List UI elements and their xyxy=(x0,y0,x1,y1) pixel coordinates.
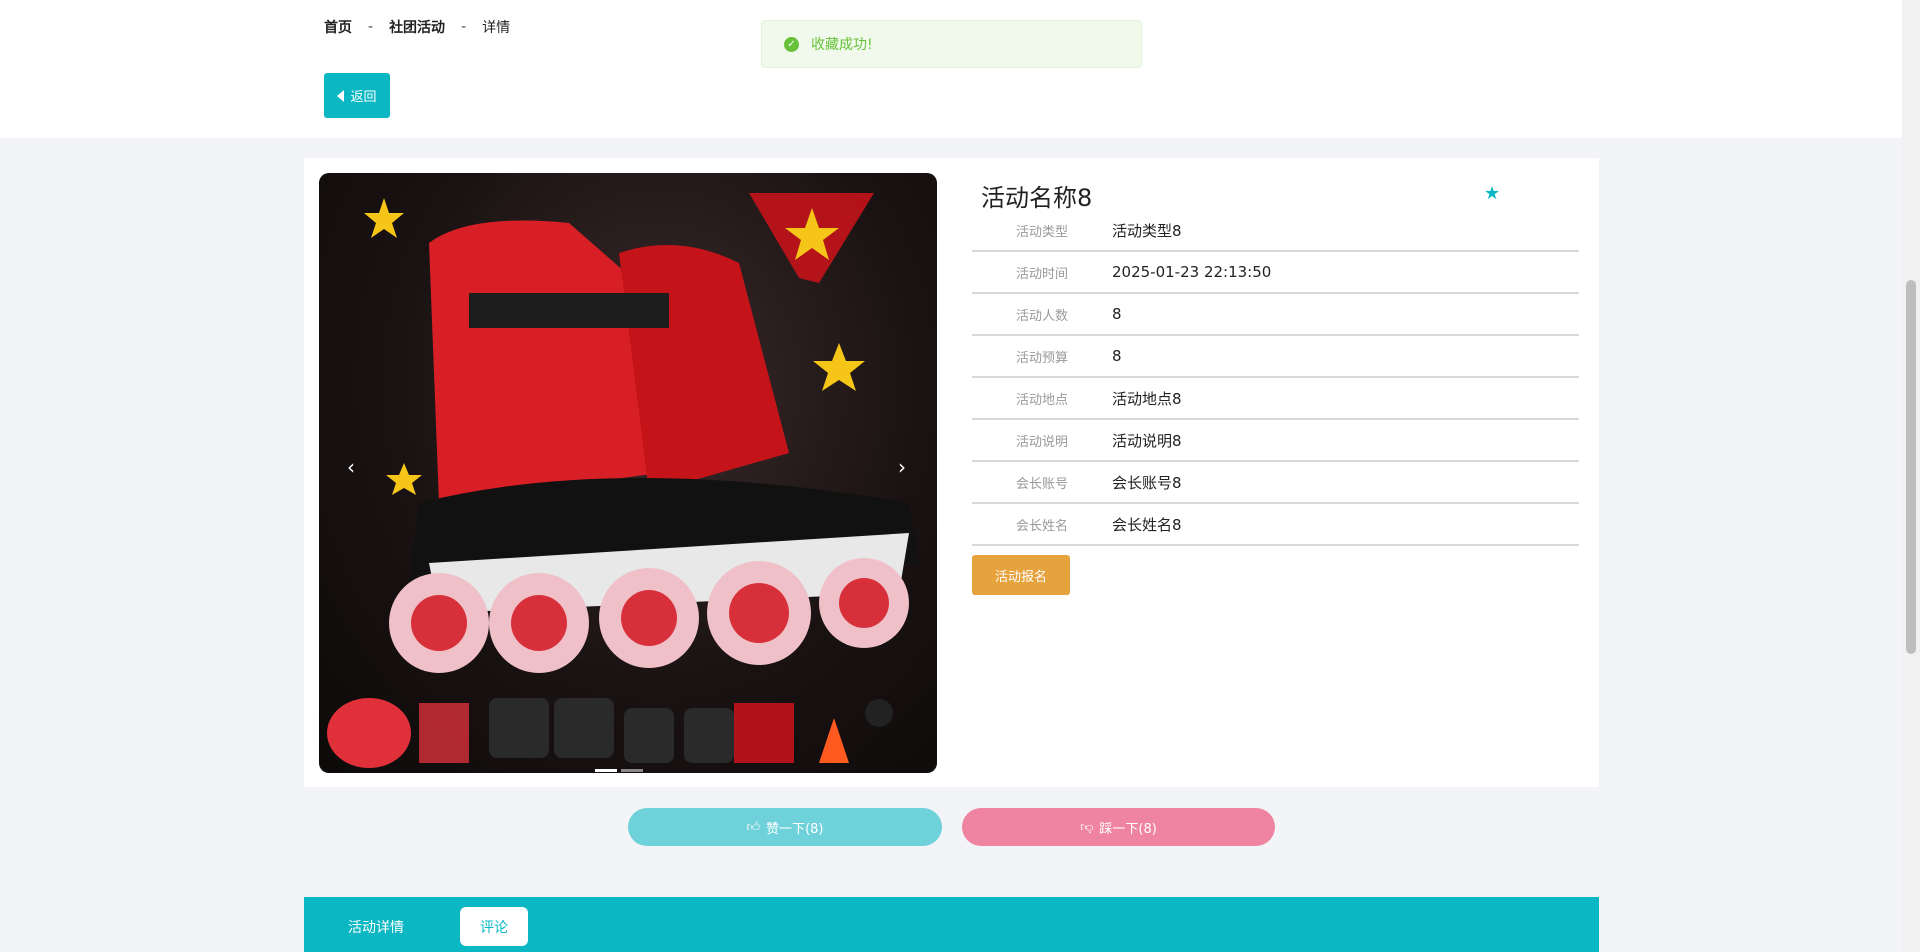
info-row: 会长姓名 会长姓名8 xyxy=(972,504,1579,546)
info-row: 活动人数 8 xyxy=(972,294,1579,336)
info-value: 8 xyxy=(1112,305,1122,323)
activity-info-table: 活动类型 活动类型8 活动时间 2025-01-23 22:13:50 活动人数… xyxy=(972,210,1579,546)
info-value: 会长账号8 xyxy=(1112,473,1182,492)
breadcrumb-section[interactable]: 社团活动 xyxy=(389,17,445,37)
activity-title: 活动名称8 xyxy=(981,184,1093,212)
tab-activity-details[interactable]: 活动详情 xyxy=(329,907,423,946)
info-label: 活动时间 xyxy=(1015,266,1068,282)
success-toast: ✓ 收藏成功! xyxy=(761,20,1142,68)
back-button[interactable]: 返回 xyxy=(324,73,390,118)
breadcrumb-separator: - xyxy=(461,19,467,35)
info-label: 活动预算 xyxy=(1015,350,1068,366)
star-icon[interactable]: ★ xyxy=(1484,183,1500,204)
activity-image xyxy=(327,193,919,768)
info-value: 2025-01-23 22:13:50 xyxy=(1112,263,1272,281)
info-label: 活动人数 xyxy=(1015,308,1068,324)
info-label: 活动说明 xyxy=(1015,434,1068,450)
toast-message: 收藏成功! xyxy=(811,37,873,53)
info-row: 活动类型 活动类型8 xyxy=(972,210,1579,252)
info-row: 活动预算 8 xyxy=(972,336,1579,378)
caret-left-icon xyxy=(337,89,345,102)
info-row: 活动说明 活动说明8 xyxy=(972,420,1579,462)
tab-comments[interactable]: 评论 xyxy=(460,907,528,946)
info-value: 活动地点8 xyxy=(1112,389,1182,408)
info-label: 活动类型 xyxy=(1015,224,1068,240)
info-value: 活动类型8 xyxy=(1112,221,1182,240)
carousel-indicator[interactable] xyxy=(621,769,643,772)
dislike-button-label: 踩一下(8) xyxy=(1099,821,1157,837)
carousel-indicators xyxy=(595,769,643,772)
info-row: 活动地点 活动地点8 xyxy=(972,378,1579,420)
carousel-indicator[interactable] xyxy=(595,769,617,772)
dislike-button[interactable]: 👎︎ 踩一下(8) xyxy=(962,808,1275,846)
info-row: 会长账号 会长账号8 xyxy=(972,462,1579,504)
check-circle-icon: ✓ xyxy=(784,36,799,52)
activity-image-carousel[interactable] xyxy=(319,173,937,773)
info-row: 活动时间 2025-01-23 22:13:50 xyxy=(972,252,1579,294)
page-scrollbar[interactable] xyxy=(1902,0,1920,952)
carousel-next-icon[interactable]: › xyxy=(898,455,906,479)
info-value: 会长姓名8 xyxy=(1112,515,1182,534)
breadcrumb-separator: - xyxy=(368,19,374,35)
info-label: 会长账号 xyxy=(1015,476,1068,492)
scrollbar-thumb[interactable] xyxy=(1906,280,1916,654)
carousel-prev-icon[interactable]: ‹ xyxy=(347,455,355,479)
breadcrumb-current: 详情 xyxy=(482,20,511,36)
info-value: 8 xyxy=(1112,347,1122,365)
detail-tabs: 活动详情 评论 xyxy=(304,897,1599,952)
like-button-label: 赞一下(8) xyxy=(766,821,824,837)
like-button[interactable]: 👍︎ 赞一下(8) xyxy=(628,808,942,846)
info-value: 活动说明8 xyxy=(1112,431,1182,450)
info-label: 会长姓名 xyxy=(1015,518,1068,534)
signup-button[interactable]: 活动报名 xyxy=(972,555,1070,595)
info-label: 活动地点 xyxy=(1015,392,1068,408)
thumbs-down-icon: 👎︎ xyxy=(1080,819,1094,835)
back-button-label: 返回 xyxy=(350,90,377,105)
thumbs-up-icon: 👍︎ xyxy=(746,819,761,835)
breadcrumb-home[interactable]: 首页 xyxy=(324,17,352,37)
breadcrumb: 首页 - 社团活动 - 详情 xyxy=(324,17,510,37)
